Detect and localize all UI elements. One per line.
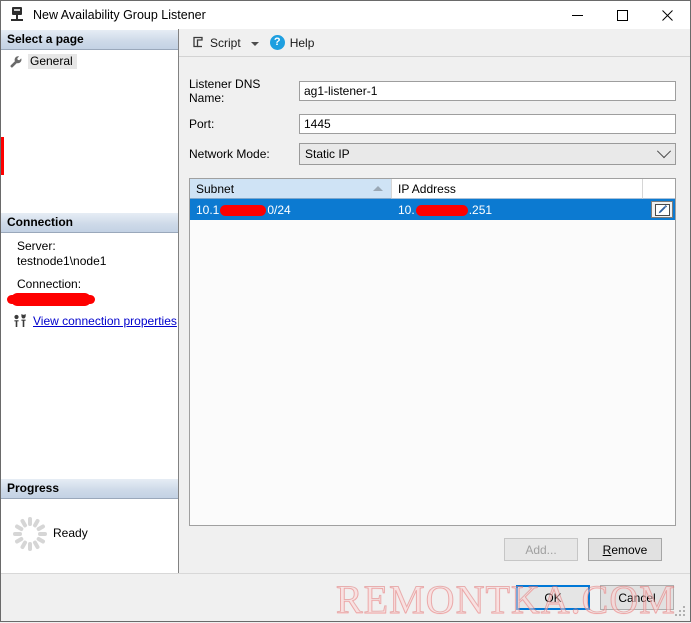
network-mode-select[interactable]: Static IP [299,143,676,165]
network-mode-label: Network Mode: [189,147,270,161]
column-header-subnet[interactable]: Subnet [190,179,392,199]
listview-header: Subnet IP Address [190,179,675,199]
chevron-down-icon [656,144,672,159]
select-page-header: Select a page [1,29,178,50]
dialog-body: Select a page General Connection Server:… [1,29,690,573]
listview-actions: Add... Remove [189,526,676,573]
connection-info: Server: testnode1\node1 Connection: View… [1,233,178,336]
help-button[interactable]: ? Help [266,33,319,52]
sidebar-filler-bottom [1,137,178,478]
column-header-subnet-label: Subnet [196,181,235,196]
cancel-button[interactable]: Cancel [600,585,674,610]
connection-value-redacted [7,293,95,306]
remove-button-rest: emove [611,542,648,557]
listview-empty-area [190,220,675,525]
server-value: testnode1\node1 [17,254,107,268]
sidebar: Select a page General Connection Server:… [1,29,179,573]
connection-people-icon [13,314,28,328]
connection-header: Connection [1,212,178,233]
cell-ip-address: 10. .251 [392,199,675,220]
server-icon [9,7,25,23]
progress-spinner-icon [13,517,47,551]
cell-ip-prefix: 10. [398,202,415,217]
ok-button[interactable]: OK [516,585,590,610]
port-row: Port: [189,114,676,134]
dialog-footer: OK Cancel [1,573,690,621]
server-label: Server: [17,239,56,253]
dialog-window: New Availability Group Listener Select a… [0,0,691,623]
remove-button[interactable]: Remove [588,538,662,561]
cell-subnet-redaction [220,205,267,216]
help-question-icon: ? [269,35,285,50]
resize-grip-icon[interactable] [675,606,687,618]
port-input[interactable] [299,114,676,134]
script-button[interactable]: Script [187,34,245,52]
progress-status: Ready [53,526,88,540]
chevron-down-icon[interactable] [250,41,259,46]
script-label: Script [210,35,241,50]
cell-ip-redaction [415,205,468,216]
wrench-icon [9,55,23,69]
form-area: Listener DNS Name: Port: Network Mode: S… [179,57,690,573]
title-bar: New Availability Group Listener [1,1,690,29]
table-row[interactable]: 10.1 0/24 10. .251 [190,199,675,220]
add-button[interactable]: Add... [504,538,578,561]
redaction-sliver [1,137,4,175]
column-header-ip-address-label: IP Address [398,181,456,196]
connection-label: Connection: [17,277,82,291]
column-header-ip-address[interactable]: IP Address [392,179,643,199]
help-label: Help [289,35,315,50]
network-mode-value: Static IP [305,147,350,161]
view-connection-properties-row[interactable]: View connection properties [1,306,178,328]
port-label: Port: [189,117,215,131]
cell-subnet: 10.1 0/24 [190,199,392,220]
minimize-button[interactable] [555,1,600,29]
caption-buttons [555,1,690,29]
maximize-button[interactable] [600,1,645,29]
dns-name-input[interactable] [299,81,676,101]
edit-address-icon[interactable] [651,201,673,218]
column-header-action [643,179,675,199]
view-connection-properties-link[interactable]: View connection properties [33,314,177,328]
content-pane: Script ? Help Listener DNS Name: Port: [179,29,690,573]
close-button[interactable] [645,1,690,29]
remove-accesskey: R [602,542,612,557]
toolbar: Script ? Help [179,29,690,57]
progress-header: Progress [1,478,178,499]
subnet-ip-listview[interactable]: Subnet IP Address 10.1 0/24 10. .251 [189,178,676,526]
dns-name-label: Listener DNS Name: [189,77,261,105]
sidebar-item-general-label: General [28,54,77,69]
script-icon [191,36,205,50]
cell-subnet-prefix: 10.1 [196,202,220,217]
sort-ascending-icon [373,186,383,191]
sidebar-item-general[interactable]: General [1,53,81,70]
cell-ip-suffix: .251 [468,202,493,217]
page-list: General [1,50,178,70]
sidebar-filler-top [1,70,178,212]
network-mode-row: Network Mode: Static IP [189,143,676,165]
dns-name-row: Listener DNS Name: [189,77,676,105]
window-title: New Availability Group Listener [33,8,206,22]
cell-subnet-suffix: 0/24 [267,202,291,217]
progress-info: Ready [1,499,178,573]
